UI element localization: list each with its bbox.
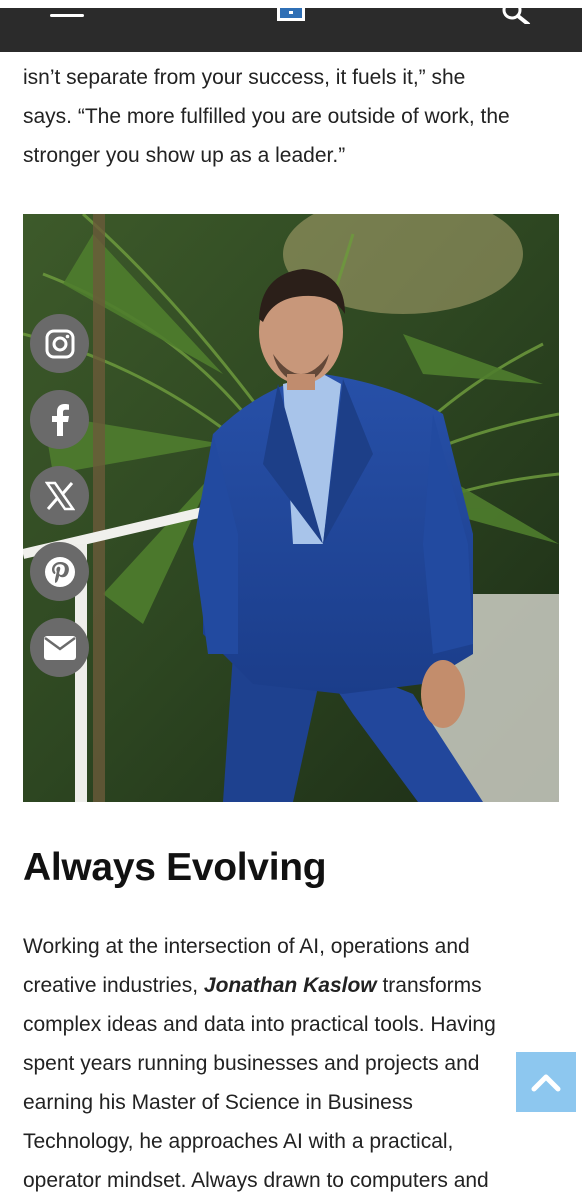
status-gap: [0, 0, 582, 8]
text-line: transforms: [376, 974, 482, 997]
text-line: says. “The more fulfilled you are outsid…: [23, 105, 510, 128]
share-email-button[interactable]: [30, 618, 89, 677]
article-quote-paragraph: isn’t separate from your success, it fue…: [23, 58, 563, 175]
chevron-up-icon: [531, 1074, 561, 1092]
top-navigation-bar: [0, 0, 582, 52]
share-x-button[interactable]: [30, 466, 89, 525]
text-line: Technology, he approaches AI with a prac…: [23, 1130, 454, 1153]
text-line: operator mindset. Always drawn to comput…: [23, 1169, 489, 1192]
instagram-icon: [45, 329, 74, 358]
article-photo: [23, 214, 559, 802]
section-heading: Always Evolving: [23, 846, 327, 889]
article-body-paragraph: Working at the intersection of AI, opera…: [23, 927, 563, 1200]
share-instagram-button[interactable]: [30, 314, 89, 373]
pinterest-icon: [44, 556, 75, 587]
text-line: earning his Master of Science in Busines…: [23, 1091, 413, 1114]
text-line: Working at the intersection of AI, opera…: [23, 935, 470, 958]
text-line: creative industries,: [23, 974, 204, 997]
facebook-icon: [51, 403, 69, 436]
share-pinterest-button[interactable]: [30, 542, 89, 601]
hamburger-menu-icon[interactable]: [50, 8, 84, 20]
site-logo-icon[interactable]: [276, 8, 306, 22]
x-twitter-icon: [44, 481, 75, 510]
person-name-link: Jonathan Kaslow: [203, 974, 377, 997]
text-line: stronger you show up as a leader.”: [23, 144, 346, 167]
text-line: complex ideas and data into practical to…: [23, 1013, 496, 1036]
back-to-top-button[interactable]: [516, 1052, 576, 1112]
search-icon[interactable]: [498, 0, 534, 26]
text-line: isn’t separate from your success, it fue…: [23, 66, 466, 89]
share-facebook-button[interactable]: [30, 390, 89, 449]
text-line: spent years running businesses and proje…: [23, 1052, 480, 1075]
email-icon: [43, 635, 76, 660]
